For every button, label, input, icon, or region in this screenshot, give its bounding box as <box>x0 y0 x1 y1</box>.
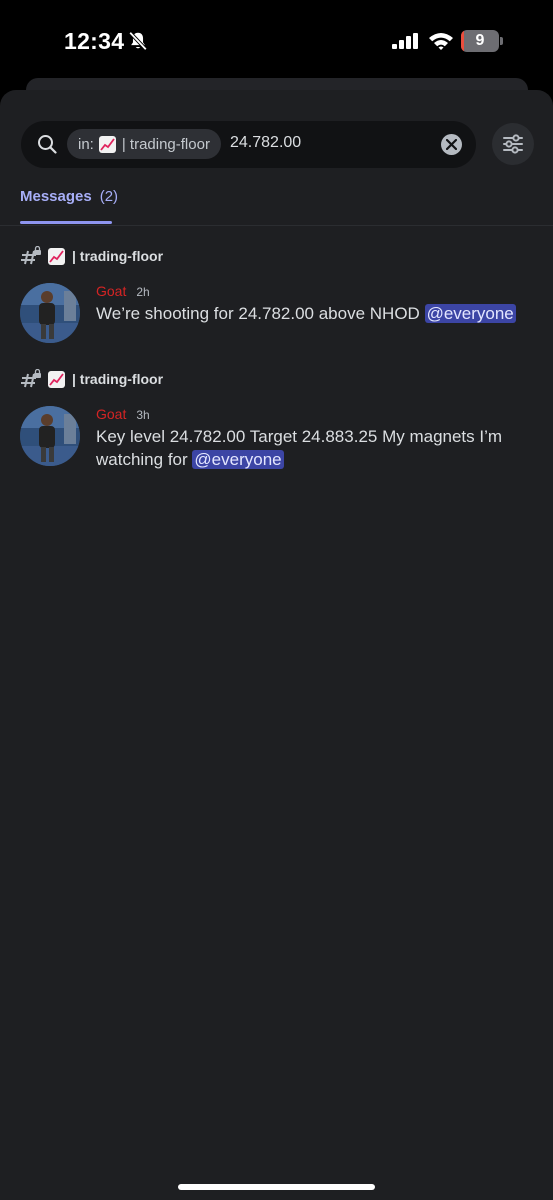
bell-off-icon <box>128 31 148 51</box>
clear-icon <box>446 139 457 150</box>
result-channel-header[interactable]: | trading-floor <box>20 368 163 390</box>
cellular-signal-icon <box>392 33 418 49</box>
wifi-icon <box>429 33 453 50</box>
avatar[interactable] <box>20 406 80 466</box>
tab-active-indicator <box>20 221 112 224</box>
search-input[interactable]: in: | trading-floor 24.782.00 <box>21 121 476 168</box>
filter-prefix: in: <box>78 135 94 153</box>
mention-everyone[interactable]: @everyone <box>192 450 284 469</box>
filter-channel: | trading-floor <box>121 135 210 153</box>
battery-level: 9 <box>475 32 485 49</box>
tab-messages-label: Messages <box>20 188 92 205</box>
message-body: We’re shooting for 24.782.00 above NHOD <box>96 304 420 323</box>
locked-channel-hash-icon <box>21 246 41 265</box>
avatar-image <box>20 406 80 466</box>
message-timestamp: 2h <box>136 285 150 299</box>
locked-channel-hash-icon <box>21 369 41 388</box>
message-body-line1: Key level 24.782.00 Target 24.883.25 My … <box>96 427 503 446</box>
message-text[interactable]: We’re shooting for 24.782.00 above NHOD … <box>96 302 516 325</box>
mention-everyone[interactable]: @everyone <box>424 304 516 323</box>
result-channel-name: | trading-floor <box>72 248 164 264</box>
search-query: 24.782.00 <box>230 134 302 151</box>
result-channel-name: | trading-floor <box>72 371 164 387</box>
message-meta: Goat 2h <box>96 283 150 299</box>
battery-icon: 9 <box>461 30 503 52</box>
tab-messages[interactable]: Messages (2) <box>20 188 118 205</box>
avatar[interactable] <box>20 283 80 343</box>
home-indicator[interactable] <box>178 1184 375 1190</box>
chart-increasing-emoji-icon <box>98 135 116 153</box>
message-timestamp: 3h <box>136 408 150 422</box>
message-author[interactable]: Goat <box>96 406 126 422</box>
avatar-image <box>20 283 80 343</box>
result-channel-header[interactable]: | trading-floor <box>20 245 163 267</box>
status-time: 12:34 <box>64 28 125 54</box>
filter-sliders-icon <box>503 134 523 154</box>
channel-filter-chip[interactable]: in: | trading-floor <box>67 129 221 159</box>
message-meta: Goat 3h <box>96 406 150 422</box>
status-bar: 12:34 9 <box>0 0 553 80</box>
search-icon <box>38 135 57 154</box>
tab-divider <box>0 225 553 226</box>
message-author[interactable]: Goat <box>96 283 126 299</box>
search-sheet: in: | trading-floor 24.782.00 Messages (2… <box>0 90 553 1200</box>
message-text[interactable]: Key level 24.782.00 Target 24.883.25 My … <box>96 425 516 471</box>
clear-search-button[interactable] <box>441 134 462 155</box>
filter-button[interactable] <box>492 123 534 165</box>
tab-messages-count: (2) <box>99 188 119 205</box>
message-body-line2: watching for <box>96 450 188 469</box>
chart-increasing-emoji-icon <box>48 247 65 265</box>
chart-increasing-emoji-icon <box>48 370 65 388</box>
